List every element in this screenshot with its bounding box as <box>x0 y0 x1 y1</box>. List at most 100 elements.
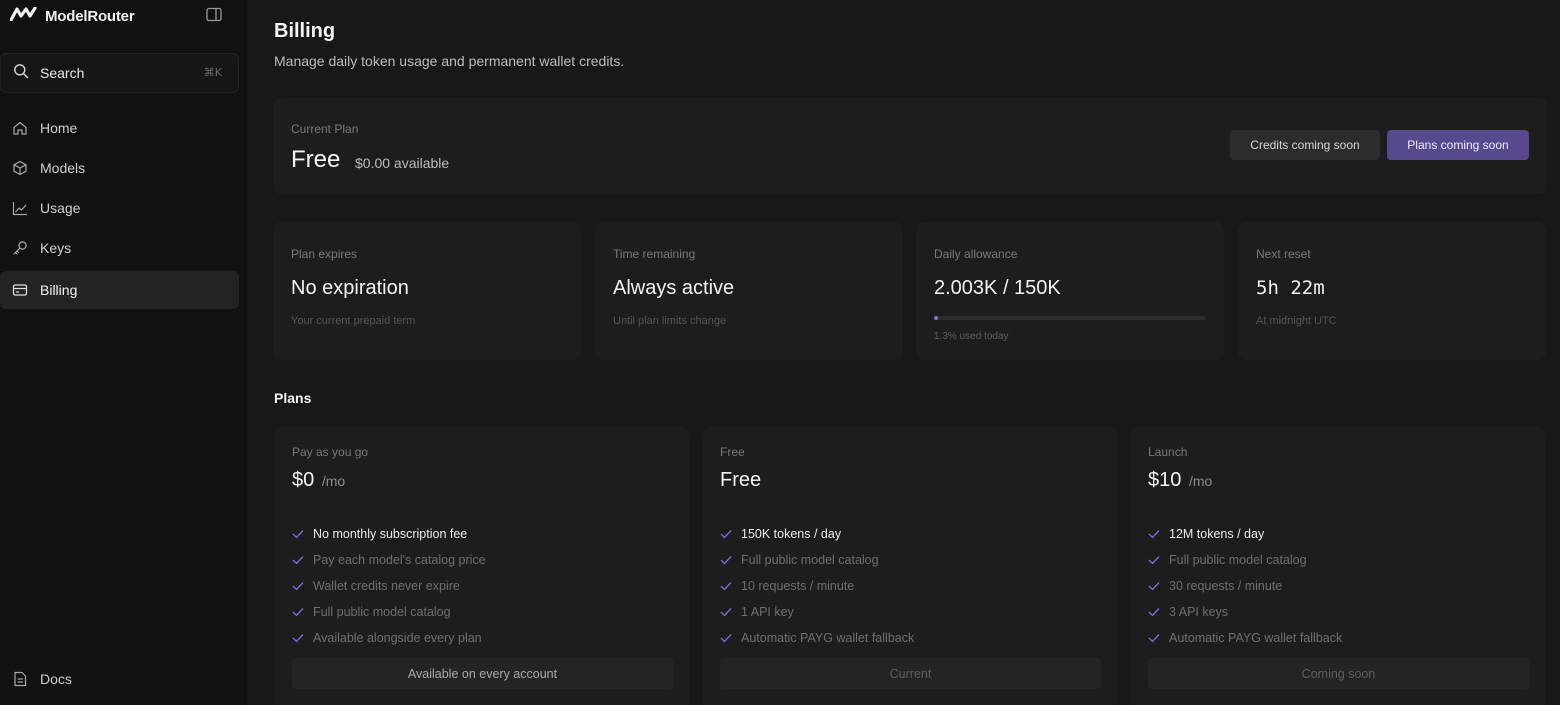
cube-icon <box>11 159 29 177</box>
page-title: Billing <box>274 20 336 42</box>
feature-text: Pay each model's catalog price <box>313 553 486 567</box>
usage-progress-fill <box>934 316 938 320</box>
feature-text: 30 requests / minute <box>1169 579 1283 593</box>
brand-name: ModelRouter <box>45 7 135 25</box>
list-item: Wallet credits never expire <box>292 573 486 599</box>
feature-text: Available alongside every plan <box>313 631 482 645</box>
stat-label: Daily allowance <box>934 247 1018 261</box>
plan-card-launch: Launch $10 /mo 12M tokens / day Full pub… <box>1131 427 1545 705</box>
feature-text: 3 API keys <box>1169 605 1229 619</box>
check-icon <box>720 607 733 617</box>
plan-price: Free <box>720 469 761 492</box>
stat-note: At midnight UTC <box>1256 315 1337 327</box>
stat-note: Until plan limits change <box>613 315 727 327</box>
feature-text: Automatic PAYG wallet fallback <box>1169 631 1343 645</box>
current-plan-name: Free <box>291 146 341 173</box>
sidebar-item-usage[interactable]: Usage <box>0 189 239 227</box>
sidebar: ModelRouter Search ⌘K Home Models Usage … <box>0 0 247 705</box>
list-item: Automatic PAYG wallet fallback <box>720 625 914 651</box>
main-content: Billing Manage daily token usage and per… <box>247 0 1560 705</box>
check-icon <box>292 633 305 643</box>
search-icon <box>13 63 29 84</box>
usage-progress-bar <box>934 316 1206 320</box>
stat-card-time-remaining: Time remaining Always active Until plan … <box>595 222 903 360</box>
stat-card-next-reset: Next reset 5h 22m At midnight UTC <box>1238 222 1546 360</box>
sidebar-item-label: Docs <box>40 671 72 687</box>
list-item: 12M tokens / day <box>1148 521 1342 547</box>
plan-price-period: /mo <box>1188 473 1213 489</box>
check-icon <box>720 633 733 643</box>
check-icon <box>1148 555 1161 565</box>
list-item: No monthly subscription fee <box>292 521 486 547</box>
sidebar-item-label: Models <box>40 160 86 176</box>
home-icon <box>11 119 29 137</box>
feature-list: 12M tokens / day Full public model catal… <box>1148 521 1342 651</box>
check-icon <box>292 529 305 539</box>
check-icon <box>720 555 733 565</box>
list-item: 10 requests / minute <box>720 573 914 599</box>
sidebar-item-keys[interactable]: Keys <box>0 229 239 267</box>
list-item: Pay each model's catalog price <box>292 547 486 573</box>
stat-card-daily-allowance: Daily allowance 2.003K / 150K 1.3% used … <box>916 222 1224 360</box>
check-icon <box>292 555 305 565</box>
list-item: Available alongside every plan <box>292 625 486 651</box>
sidebar-item-label: Home <box>40 120 78 136</box>
stat-label: Plan expires <box>291 247 358 261</box>
plan-price-amount: Free <box>720 469 762 491</box>
sidebar-item-home[interactable]: Home <box>0 109 239 147</box>
check-icon <box>720 581 733 591</box>
list-item: 3 API keys <box>1148 599 1342 625</box>
feature-text: Full public model catalog <box>313 605 451 619</box>
sidebar-toggle-icon[interactable] <box>206 7 222 22</box>
feature-text: 150K tokens / day <box>741 527 842 541</box>
feature-list: 150K tokens / day Full public model cata… <box>720 521 914 651</box>
check-icon <box>1148 607 1161 617</box>
feature-text: Wallet credits never expire <box>313 579 460 593</box>
feature-text: Full public model catalog <box>1169 553 1307 567</box>
modelrouter-logo-icon <box>9 5 38 26</box>
sidebar-item-docs[interactable]: Docs <box>0 660 239 698</box>
list-item: 30 requests / minute <box>1148 573 1342 599</box>
list-item: 150K tokens / day <box>720 521 914 547</box>
current-plan-card: Current Plan Free $0.00 available Credit… <box>273 98 1547 194</box>
list-item: Full public model catalog <box>292 599 486 625</box>
plan-action-button[interactable]: Current <box>720 658 1101 689</box>
search-button[interactable]: Search ⌘K <box>0 53 239 93</box>
stat-card-plan-expires: Plan expires No expiration Your current … <box>273 222 581 360</box>
feature-text: Automatic PAYG wallet fallback <box>741 631 915 645</box>
wallet-balance: $0.00 available <box>355 155 450 171</box>
search-label: Search <box>40 65 85 81</box>
stat-note: Your current prepaid term <box>291 315 416 327</box>
check-icon <box>292 607 305 617</box>
plans-button[interactable]: Plans coming soon <box>1387 130 1529 160</box>
search-shortcut: ⌘K <box>203 66 222 79</box>
check-icon <box>1148 529 1161 539</box>
plan-price: $0 /mo <box>292 469 345 492</box>
stat-label: Next reset <box>1256 247 1311 261</box>
plan-price-amount: $0 <box>292 469 315 491</box>
list-item: Automatic PAYG wallet fallback <box>1148 625 1342 651</box>
check-icon <box>292 581 305 591</box>
brand[interactable]: ModelRouter <box>9 5 135 26</box>
list-item: Full public model catalog <box>1148 547 1342 573</box>
list-item: Full public model catalog <box>720 547 914 573</box>
feature-list: No monthly subscription fee Pay each mod… <box>292 521 486 651</box>
feature-text: Full public model catalog <box>741 553 879 567</box>
plan-action-button[interactable]: Coming soon <box>1148 658 1529 689</box>
check-icon <box>720 529 733 539</box>
check-icon <box>1148 581 1161 591</box>
stat-value: 5h 22m <box>1256 277 1325 299</box>
feature-text: 1 API key <box>741 605 794 619</box>
plan-action-button[interactable]: Available on every account <box>292 658 673 689</box>
plan-label: Pay as you go <box>292 445 369 459</box>
feature-text: No monthly subscription fee <box>313 527 468 541</box>
feature-text: 12M tokens / day <box>1169 527 1265 541</box>
current-plan-label: Current Plan <box>291 122 359 136</box>
stat-label: Time remaining <box>613 247 696 261</box>
plans-section-title: Plans <box>274 390 312 406</box>
credits-button[interactable]: Credits coming soon <box>1230 130 1380 160</box>
feature-text: 10 requests / minute <box>741 579 855 593</box>
sidebar-item-label: Billing <box>40 282 78 298</box>
sidebar-item-billing[interactable]: Billing <box>0 271 239 309</box>
sidebar-item-models[interactable]: Models <box>0 149 239 187</box>
